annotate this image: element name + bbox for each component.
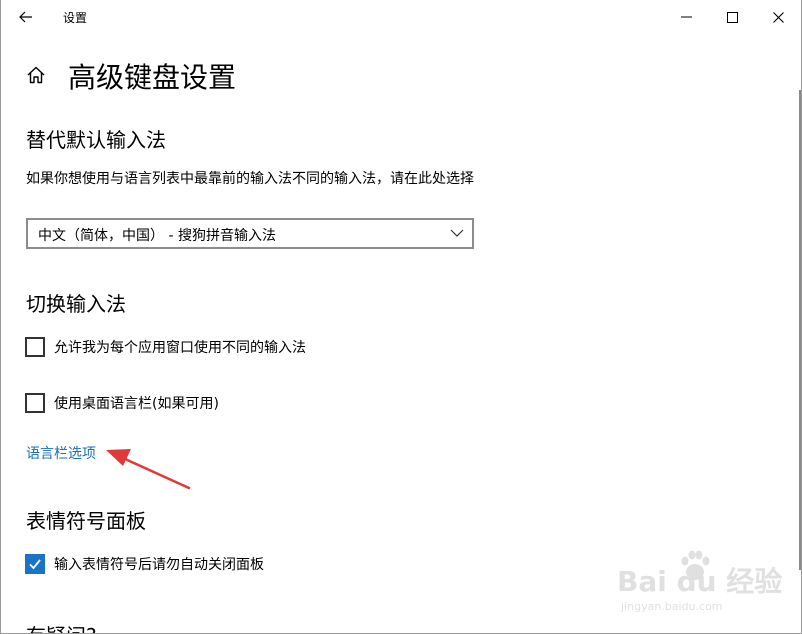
back-button[interactable] (13, 5, 39, 29)
watermark-url: jingyan.baidu.com (621, 600, 723, 613)
page-header: 高级键盘设置 (1, 52, 781, 98)
section-title-questions: 有疑问? (26, 620, 97, 633)
annotation-arrow (106, 449, 191, 490)
home-icon[interactable] (25, 64, 47, 86)
back-arrow-icon (19, 11, 32, 23)
dropdown-selected-value: 中文（简体，中国） - 搜狗拼音输入法 (38, 228, 276, 244)
checkbox-row-autoclose[interactable]: 输入表情符号后请勿自动关闭面板 (25, 553, 264, 575)
close-icon (772, 11, 784, 23)
minimize-button[interactable] (663, 0, 709, 34)
window-title: 设置 (63, 11, 88, 25)
chevron-down-icon (450, 229, 464, 237)
checkbox-label-autoclose: 输入表情符号后请勿自动关闭面板 (54, 557, 264, 573)
checkbox-row-per-app[interactable]: 允许我为每个应用窗口使用不同的输入法 (25, 336, 306, 358)
checkbox-row-langbar[interactable]: 使用桌面语言栏(如果可用) (25, 392, 219, 414)
title-bar: 设置 (1, 0, 801, 34)
section-title-switching: 切换输入法 (26, 292, 126, 316)
section-title-override: 替代默认输入法 (26, 128, 166, 152)
checkbox-langbar[interactable] (25, 393, 45, 413)
input-method-dropdown[interactable]: 中文（简体，中国） - 搜狗拼音输入法 (26, 218, 474, 249)
page-title: 高级键盘设置 (68, 61, 237, 94)
override-description: 如果你想使用与语言列表中最靠前的输入法不同的输入法，请在此处选择 (26, 171, 474, 187)
section-title-emoji: 表情符号面板 (26, 509, 146, 533)
settings-window: 设置 高级键盘设置 替代默认输入法 如果你想使用与语言列表中最靠前的输入法不同的… (0, 0, 802, 634)
checkbox-autoclose[interactable] (25, 554, 45, 574)
language-bar-options-link[interactable]: 语言栏选项 (26, 443, 96, 463)
checkbox-label-langbar: 使用桌面语言栏(如果可用) (54, 396, 219, 412)
checkbox-label-per-app: 允许我为每个应用窗口使用不同的输入法 (54, 340, 306, 356)
baidu-watermark: Bai du 经验 jingyan.baidu.com (613, 548, 782, 620)
checkbox-per-app[interactable] (25, 337, 45, 357)
watermark-text: Bai du 经验 (617, 565, 783, 598)
close-button[interactable] (755, 0, 801, 34)
minimize-icon (680, 16, 692, 18)
maximize-button[interactable] (709, 0, 755, 34)
maximize-icon (726, 11, 738, 23)
scrollbar[interactable] (799, 90, 801, 570)
checkmark-icon (29, 559, 41, 570)
